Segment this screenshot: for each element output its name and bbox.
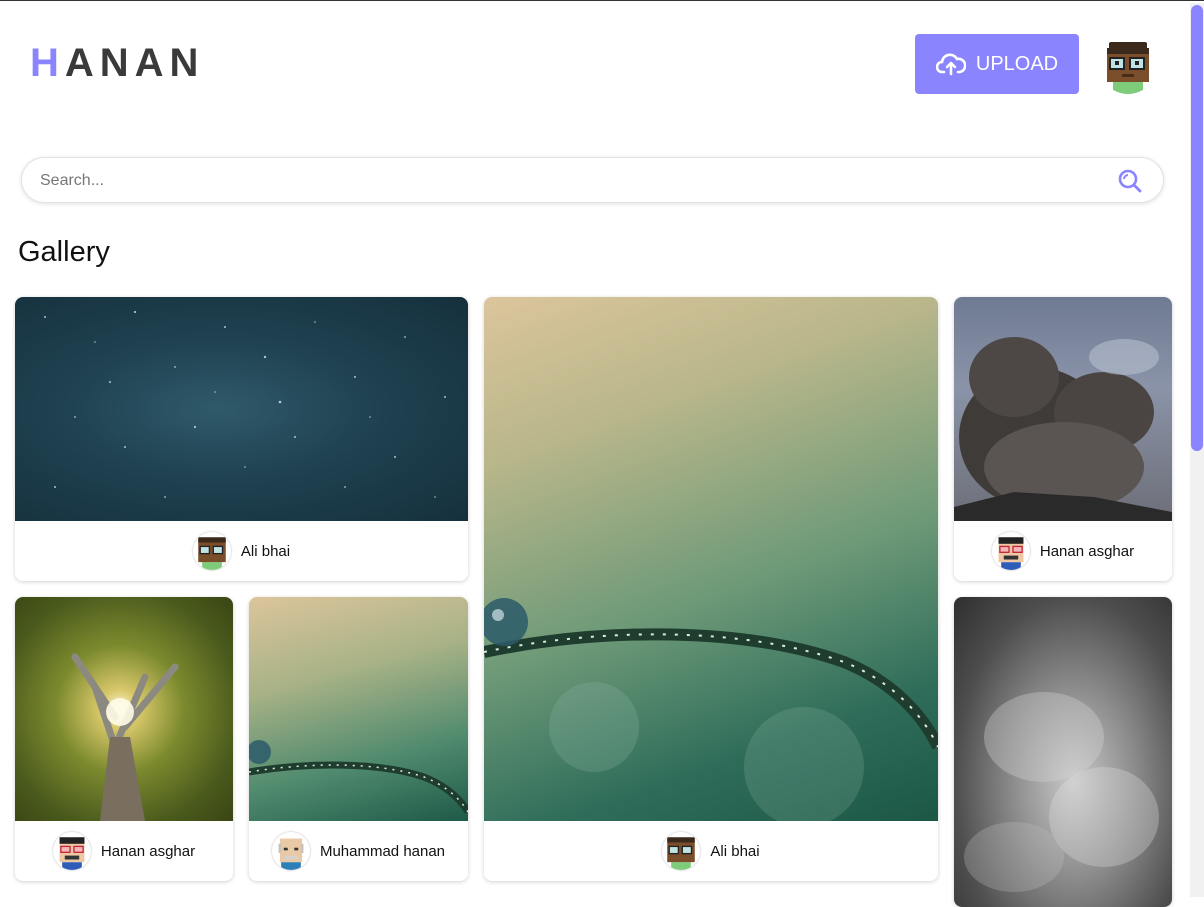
gallery-card[interactable]: Hanan asghar bbox=[15, 597, 233, 881]
upload-button[interactable]: UPLOAD bbox=[915, 34, 1079, 94]
card-author[interactable]: Hanan asghar bbox=[954, 521, 1172, 581]
author-avatar bbox=[271, 832, 310, 870]
gallery-card[interactable]: Ali bhai bbox=[15, 297, 468, 581]
gallery-image[interactable] bbox=[15, 597, 233, 821]
search-input[interactable] bbox=[38, 158, 1112, 204]
author-avatar bbox=[52, 832, 91, 870]
user-avatar[interactable] bbox=[1099, 36, 1157, 94]
author-name: Ali bhai bbox=[710, 842, 760, 860]
gallery-image[interactable] bbox=[954, 297, 1172, 521]
search-bar bbox=[21, 157, 1164, 204]
gallery-image[interactable] bbox=[15, 297, 468, 521]
author-name: Muhammad hanan bbox=[319, 842, 446, 860]
scrollbar-thumb[interactable] bbox=[1191, 5, 1203, 451]
author-avatar bbox=[662, 832, 701, 870]
cloud-upload-icon bbox=[935, 52, 966, 76]
card-author[interactable]: Ali bhai bbox=[484, 821, 938, 881]
gallery-title: Gallery bbox=[18, 236, 110, 268]
gallery-card[interactable]: Ali bhai bbox=[484, 297, 938, 881]
logo[interactable]: HANAN bbox=[30, 43, 204, 83]
upload-label: UPLOAD bbox=[975, 52, 1059, 75]
gallery-card[interactable] bbox=[954, 597, 1172, 907]
author-avatar bbox=[192, 532, 231, 570]
author-name: Hanan asghar bbox=[1039, 542, 1135, 560]
author-name: Ali bhai bbox=[240, 542, 291, 560]
card-author[interactable]: Ali bhai bbox=[15, 521, 468, 581]
author-name: Hanan asghar bbox=[100, 842, 196, 860]
card-author[interactable]: Muhammad hanan bbox=[249, 821, 468, 881]
search-icon[interactable] bbox=[1117, 168, 1143, 194]
gallery-card[interactable]: Hanan asghar bbox=[954, 297, 1172, 581]
card-author[interactable]: Hanan asghar bbox=[15, 821, 233, 881]
logo-rest: ANAN bbox=[64, 41, 205, 85]
logo-first-letter: H bbox=[30, 41, 65, 85]
gallery-image[interactable] bbox=[484, 297, 938, 821]
author-avatar bbox=[991, 532, 1030, 570]
gallery-image[interactable] bbox=[249, 597, 468, 821]
gallery-card[interactable]: Muhammad hanan bbox=[249, 597, 468, 881]
gallery-image[interactable] bbox=[954, 597, 1172, 907]
